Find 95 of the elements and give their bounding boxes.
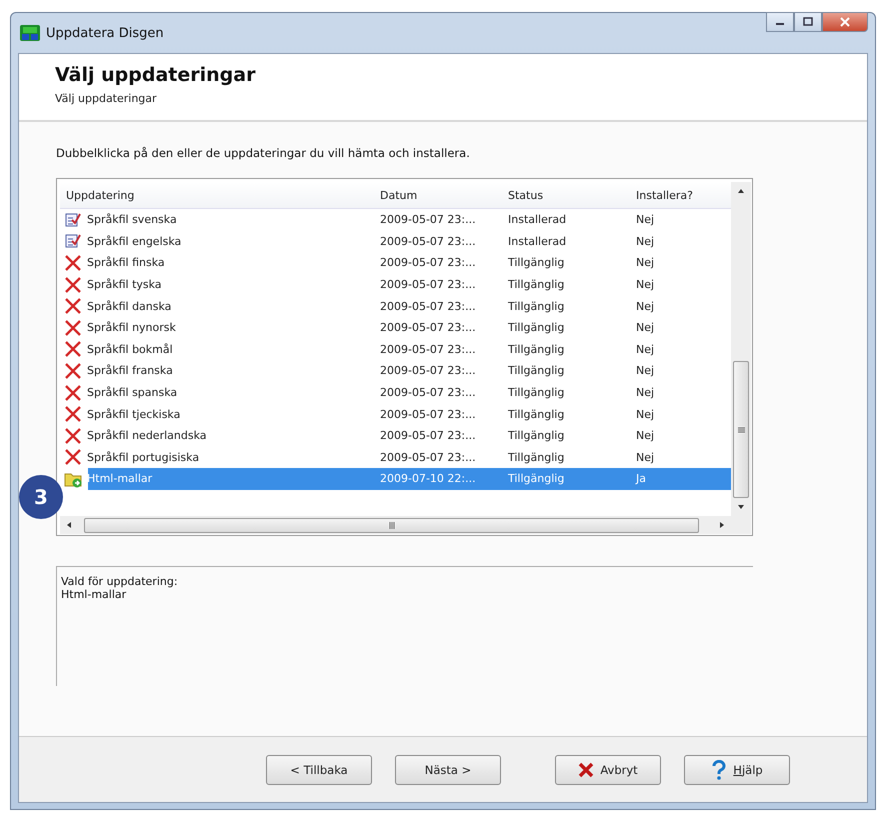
- list-item[interactable]: Språkfil spanska: [87, 386, 178, 400]
- question-icon: [711, 760, 728, 780]
- cross-icon: [64, 340, 82, 358]
- checklist-icon: [64, 210, 82, 229]
- table-cell: Nej: [636, 278, 654, 292]
- up-arrow-icon[interactable]: [737, 188, 745, 194]
- table-cell: Tillgänglig: [508, 278, 564, 292]
- table-cell: Tillgänglig: [508, 450, 564, 464]
- cross-icon: [64, 448, 82, 466]
- list-item[interactable]: Språkfil tjeckiska: [87, 408, 180, 421]
- window-title: Uppdatera Disgen: [46, 26, 165, 40]
- list-item[interactable]: Språkfil portugisiska: [87, 450, 200, 464]
- table-cell: 2009-05-07 23:...: [380, 364, 476, 378]
- table-cell: Nej: [636, 234, 654, 248]
- table-cell: Nej: [636, 386, 654, 400]
- instruction-text: Dubbelklicka på den eller de uppdateringar du vill hämta och installera.: [56, 146, 471, 160]
- column-header[interactable]: Uppdatering: [60, 188, 380, 202]
- page-heading: Välj uppdateringar: [55, 64, 256, 86]
- app-icon: [20, 25, 40, 41]
- table-cell: 2009-05-07 23:...: [380, 213, 476, 226]
- table-cell: Nej: [636, 213, 654, 226]
- list-item[interactable]: Språkfil nederlandska: [87, 429, 206, 442]
- table-cell: Tillgänglig: [508, 386, 564, 400]
- table-cell: Nej: [636, 450, 654, 464]
- summary-label: Vald för uppdatering:: [61, 575, 179, 588]
- table-cell: Tillgänglig: [508, 342, 564, 356]
- cross-icon: [64, 426, 82, 445]
- table-cell: Nej: [636, 364, 654, 378]
- list-item[interactable]: Språkfil svenska: [87, 213, 177, 226]
- minimize-button[interactable]: [766, 12, 794, 32]
- list-item[interactable]: Språkfil tyska: [87, 278, 162, 292]
- table-cell: 2009-05-07 23:...: [380, 342, 476, 356]
- page-subheading: Välj uppdateringar: [55, 92, 158, 105]
- horizontal-scrollbar[interactable]: [60, 516, 731, 534]
- right-arrow-icon[interactable]: [719, 521, 725, 529]
- grip-icon: [388, 522, 394, 528]
- table-cell: Installerad: [508, 234, 566, 248]
- down-arrow-icon[interactable]: [737, 504, 745, 510]
- cross-icon: [64, 362, 82, 380]
- table-cell: 2009-05-07 23:...: [380, 429, 476, 442]
- back-button[interactable]: < Tillbaka: [266, 754, 372, 784]
- list-item[interactable]: Språkfil franska: [87, 364, 173, 378]
- cross-icon: [64, 405, 82, 424]
- column-header[interactable]: Installera?: [636, 188, 726, 202]
- list-item[interactable]: Språkfil finska: [87, 256, 165, 270]
- list-item[interactable]: Språkfil bokmål: [87, 342, 173, 356]
- table-cell: Tillgänglig: [508, 364, 564, 378]
- table-cell: Tillgänglig: [508, 256, 564, 270]
- scroll-thumb[interactable]: [733, 361, 749, 498]
- list-item[interactable]: Språkfil danska: [87, 300, 172, 313]
- table-cell: Installerad: [508, 213, 566, 226]
- table-cell: 2009-05-07 23:...: [380, 234, 476, 248]
- checklist-icon: [64, 232, 82, 250]
- table-cell: 2009-05-07 23:...: [380, 450, 476, 464]
- table-cell: Tillgänglig: [508, 321, 564, 334]
- next-button[interactable]: Nästa >: [395, 754, 501, 784]
- column-header[interactable]: Datum: [380, 188, 508, 202]
- column-header[interactable]: Status: [508, 188, 636, 202]
- table-cell: 2009-05-07 23:...: [380, 386, 476, 400]
- cancel-button[interactable]: Avbryt: [555, 754, 661, 784]
- table-cell: Nej: [636, 300, 654, 313]
- table-cell: 2009-07-10 22:...: [380, 472, 476, 486]
- maximize-button[interactable]: [794, 12, 822, 32]
- help-button[interactable]: Hjälp: [684, 754, 790, 784]
- list-item[interactable]: Språkfil engelska: [87, 234, 182, 248]
- table-cell: 2009-05-07 23:...: [380, 278, 476, 292]
- table-cell: Tillgänglig: [508, 408, 564, 421]
- cross-icon: [64, 384, 82, 402]
- cross-icon: [578, 762, 594, 778]
- close-icon: [840, 17, 850, 27]
- table-cell: Tillgänglig: [508, 300, 564, 313]
- table-cell: 2009-05-07 23:...: [380, 408, 476, 421]
- maximize-icon: [803, 17, 813, 27]
- table-cell: Nej: [636, 256, 654, 270]
- cross-icon: [64, 276, 82, 294]
- cross-icon: [64, 254, 82, 272]
- summary-item: Html-mallar: [61, 588, 128, 601]
- cross-icon: [64, 318, 82, 337]
- table-cell: Tillgänglig: [508, 429, 564, 442]
- scroll-thumb[interactable]: [84, 518, 699, 532]
- table-cell: 2009-05-07 23:...: [380, 321, 476, 334]
- table-cell: Nej: [636, 429, 654, 442]
- cross-icon: [64, 297, 82, 316]
- table-cell: Nej: [636, 342, 654, 356]
- table-cell: 2009-05-07 23:...: [380, 256, 476, 270]
- table-cell: Ja: [636, 472, 646, 486]
- list-item[interactable]: Språkfil nynorsk: [87, 321, 176, 334]
- close-button[interactable]: [822, 12, 868, 32]
- table-cell: Tillgänglig: [508, 472, 564, 486]
- table-cell: Nej: [636, 321, 654, 334]
- table-cell: Nej: [636, 408, 654, 421]
- vertical-scrollbar[interactable]: [731, 182, 751, 516]
- table-cell: 2009-05-07 23:...: [380, 300, 476, 313]
- grip-icon: [738, 426, 744, 432]
- left-arrow-icon[interactable]: [66, 521, 72, 529]
